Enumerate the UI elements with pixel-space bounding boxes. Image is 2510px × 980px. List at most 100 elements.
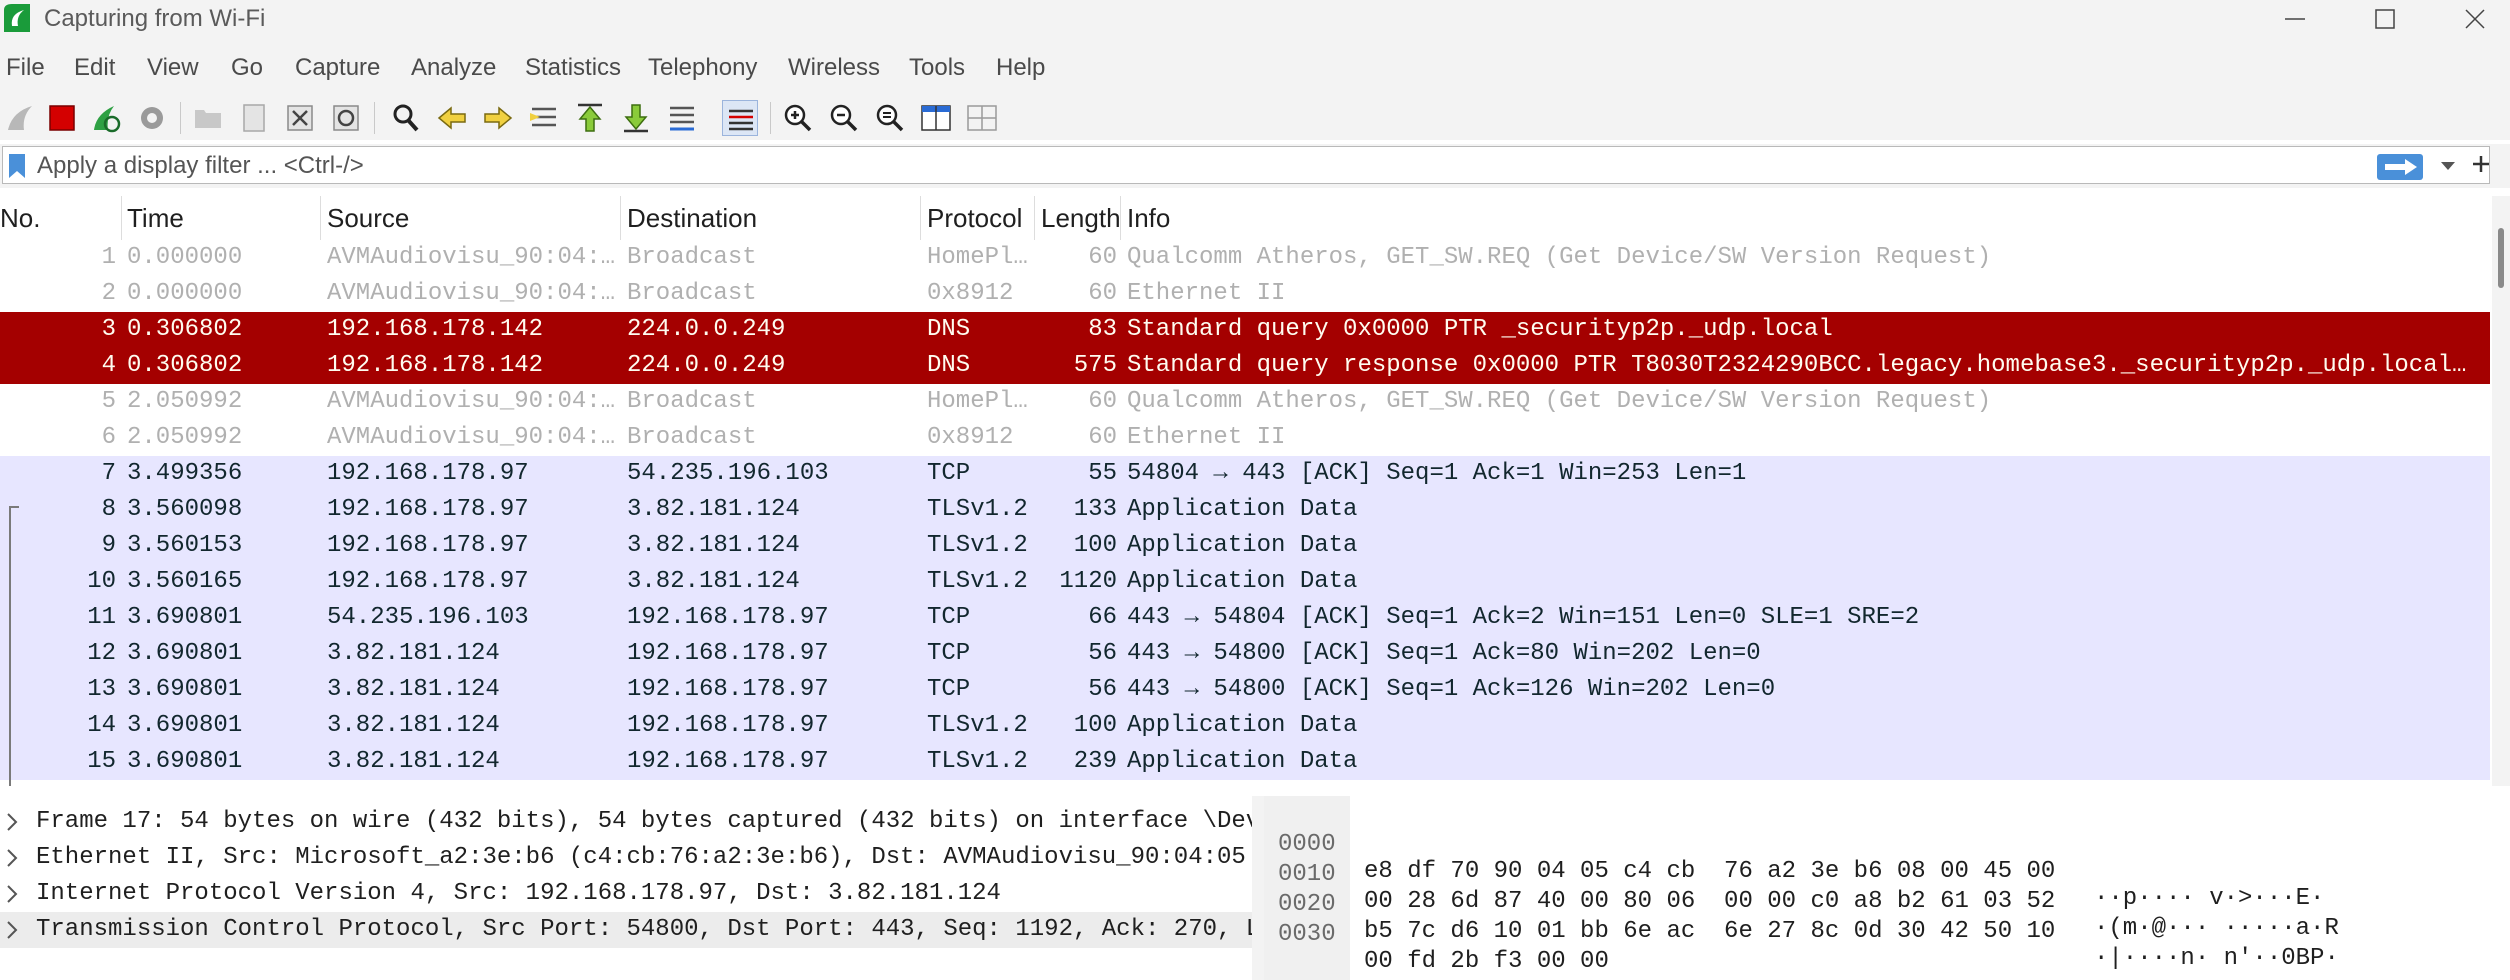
packet-cell-no: 15 xyxy=(87,748,116,775)
chevron-right-icon[interactable] xyxy=(6,884,18,904)
zoom-in-icon xyxy=(784,104,812,132)
menu-statistics[interactable]: Statistics xyxy=(525,54,621,82)
column-divider[interactable] xyxy=(121,196,122,240)
column-header-protocol[interactable]: Protocol xyxy=(927,203,1022,234)
find-packet-button[interactable] xyxy=(388,100,424,136)
menu-help[interactable]: Help xyxy=(996,54,1045,82)
menu-view[interactable]: View xyxy=(147,54,199,82)
resize-columns-button[interactable] xyxy=(918,100,954,136)
minimize-button[interactable] xyxy=(2250,0,2340,38)
column-header-destination[interactable]: Destination xyxy=(627,203,757,234)
column-header-no[interactable]: No. xyxy=(0,203,40,234)
packet-row[interactable]: 14 3.690801 3.82.181.124 192.168.178.97 TLSv… xyxy=(0,708,2490,744)
column-divider[interactable] xyxy=(620,196,621,240)
column-header-info[interactable]: Info xyxy=(1127,203,1170,234)
packet-row[interactable]: 13 3.690801 3.82.181.124 192.168.178.97 TCP 5… xyxy=(0,672,2490,708)
add-filter-button-icon[interactable] xyxy=(2466,144,2496,184)
first-packet-button[interactable] xyxy=(572,100,608,136)
normal-size-button[interactable] xyxy=(872,100,908,136)
close-file-button[interactable] xyxy=(282,100,318,136)
pane-splitter[interactable] xyxy=(1252,796,1264,980)
bytes-hex[interactable]: 00 fd 2b f3 00 00 xyxy=(1364,948,1609,975)
packet-row[interactable]: 5 2.050992 AVMAudiovisu_90:04:… Broadcast Ho… xyxy=(0,384,2490,420)
bytes-ascii[interactable]: ·|····n· n'··0BP· xyxy=(2094,945,2339,972)
bookmark-icon[interactable] xyxy=(7,153,27,179)
packet-cell-no: 10 xyxy=(87,568,116,595)
bytes-hex[interactable]: e8 df 70 90 04 05 c4 cb 76 a2 3e b6 08 0… xyxy=(1364,858,2055,885)
menu-edit[interactable]: Edit xyxy=(74,54,115,82)
packet-row[interactable]: 1 0.000000 AVMAudiovisu_90:04:… Broadcast Ho… xyxy=(0,240,2490,276)
reload-file-button[interactable] xyxy=(328,100,364,136)
apply-filter-button[interactable] xyxy=(2377,154,2423,180)
column-header-time[interactable]: Time xyxy=(127,203,184,234)
bytes-hex[interactable]: 00 28 6d 87 40 00 80 06 00 00 c0 a8 b2 6… xyxy=(1364,888,2055,915)
packet-row[interactable]: 6 2.050992 AVMAudiovisu_90:04:… Broadcast 0x… xyxy=(0,420,2490,456)
save-file-button[interactable] xyxy=(236,100,272,136)
packet-row[interactable]: 8 3.560098 192.168.178.97 3.82.181.124 TLSv1… xyxy=(0,492,2490,528)
scrollbar-thumb[interactable] xyxy=(2498,228,2504,288)
menu-analyze[interactable]: Analyze xyxy=(411,54,496,82)
column-divider[interactable] xyxy=(320,196,321,240)
tree-item-tcp[interactable]: Transmission Control Protocol, Src Port:… xyxy=(0,912,1252,948)
capture-options-button[interactable] xyxy=(134,100,170,136)
restart-capture-button[interactable] xyxy=(88,100,124,136)
start-capture-button[interactable] xyxy=(4,100,40,136)
maximize-button[interactable] xyxy=(2340,0,2430,38)
packet-cell-length: 60 xyxy=(1088,244,1117,271)
go-forward-button[interactable] xyxy=(480,100,516,136)
colorize-button[interactable] xyxy=(722,100,758,136)
column-divider[interactable] xyxy=(1120,196,1121,240)
chevron-right-icon[interactable] xyxy=(6,920,18,940)
column-header-source[interactable]: Source xyxy=(327,203,409,234)
bytes-hex[interactable]: b5 7c d6 10 01 bb 6e ac 6e 27 8c 0d 30 4… xyxy=(1364,918,2055,945)
layout-button[interactable] xyxy=(964,100,1000,136)
menu-capture[interactable]: Capture xyxy=(295,54,380,82)
menu-wireless[interactable]: Wireless xyxy=(788,54,880,82)
column-header-length[interactable]: Length xyxy=(1041,203,1119,234)
chevron-down-icon[interactable] xyxy=(2439,159,2457,173)
zoom-in-button[interactable] xyxy=(780,100,816,136)
menu-go[interactable]: Go xyxy=(231,54,263,82)
open-file-button[interactable] xyxy=(190,100,226,136)
menu-telephony[interactable]: Telephony xyxy=(648,54,757,82)
packet-cell-destination: Broadcast xyxy=(627,244,757,271)
packet-row[interactable]: 15 3.690801 3.82.181.124 192.168.178.97 TLSv… xyxy=(0,744,2490,780)
packet-row[interactable]: 11 3.690801 54.235.196.103 192.168.178.97 TC… xyxy=(0,600,2490,636)
packet-row[interactable]: 3 0.306802 192.168.178.142 224.0.0.249 DNS 83… xyxy=(0,312,2490,348)
packet-cell-no: 14 xyxy=(87,712,116,739)
packet-cell-length: 56 xyxy=(1088,640,1117,667)
packet-row[interactable]: 2 0.000000 AVMAudiovisu_90:04:… Broadcast 0x… xyxy=(0,276,2490,312)
tree-item-ipv4[interactable]: Internet Protocol Version 4, Src: 192.16… xyxy=(0,876,1252,912)
chevron-right-icon[interactable] xyxy=(6,848,18,868)
bytes-ascii[interactable]: ·(m·@··· ·····a·R xyxy=(2094,915,2339,942)
packet-list-scrollbar[interactable] xyxy=(2492,196,2510,786)
auto-scroll-button[interactable] xyxy=(664,100,700,136)
bytes-ascii[interactable]: ··+··· xyxy=(2094,975,2180,980)
packet-row[interactable]: 9 3.560153 192.168.178.97 3.82.181.124 TLSv1… xyxy=(0,528,2490,564)
packet-row[interactable]: 7 3.499356 192.168.178.97 54.235.196.103 TCP… xyxy=(0,456,2490,492)
bytes-row: 0000 e8 df 70 90 04 05 c4 cb 76 a2 3e b6… xyxy=(1264,804,2324,912)
go-back-button[interactable] xyxy=(434,100,470,136)
tree-item-ethernet[interactable]: Ethernet II, Src: Microsoft_a2:3e:b6 (c4… xyxy=(0,840,1252,876)
display-filter-input[interactable] xyxy=(37,151,2337,181)
packet-cell-no: 12 xyxy=(87,640,116,667)
packet-cell-protocol: TCP xyxy=(927,640,971,667)
minimize-icon xyxy=(2285,18,2305,20)
packet-row[interactable]: 12 3.690801 3.82.181.124 192.168.178.97 TCP 5… xyxy=(0,636,2490,672)
zoom-out-button[interactable] xyxy=(826,100,862,136)
close-button[interactable] xyxy=(2430,0,2510,38)
stop-capture-button[interactable] xyxy=(44,100,80,136)
bytes-offset: 0030 xyxy=(1278,921,1336,948)
bytes-ascii[interactable]: ··p···· v·>···E· xyxy=(2094,885,2324,912)
go-to-packet-button[interactable] xyxy=(526,100,562,136)
menu-file[interactable]: File xyxy=(6,54,45,82)
column-divider[interactable] xyxy=(920,196,921,240)
column-divider[interactable] xyxy=(1034,196,1035,240)
last-packet-button[interactable] xyxy=(618,100,654,136)
packet-cell-destination: 3.82.181.124 xyxy=(627,532,800,559)
menu-tools[interactable]: Tools xyxy=(909,54,965,82)
packet-row[interactable]: 4 0.306802 192.168.178.142 224.0.0.249 DNS 57… xyxy=(0,348,2490,384)
chevron-right-icon[interactable] xyxy=(6,812,18,832)
tree-item-frame[interactable]: Frame 17: 54 bytes on wire (432 bits), 5… xyxy=(0,804,1252,840)
packet-row[interactable]: 10 3.560165 192.168.178.97 3.82.181.124 TLSv… xyxy=(0,564,2490,600)
